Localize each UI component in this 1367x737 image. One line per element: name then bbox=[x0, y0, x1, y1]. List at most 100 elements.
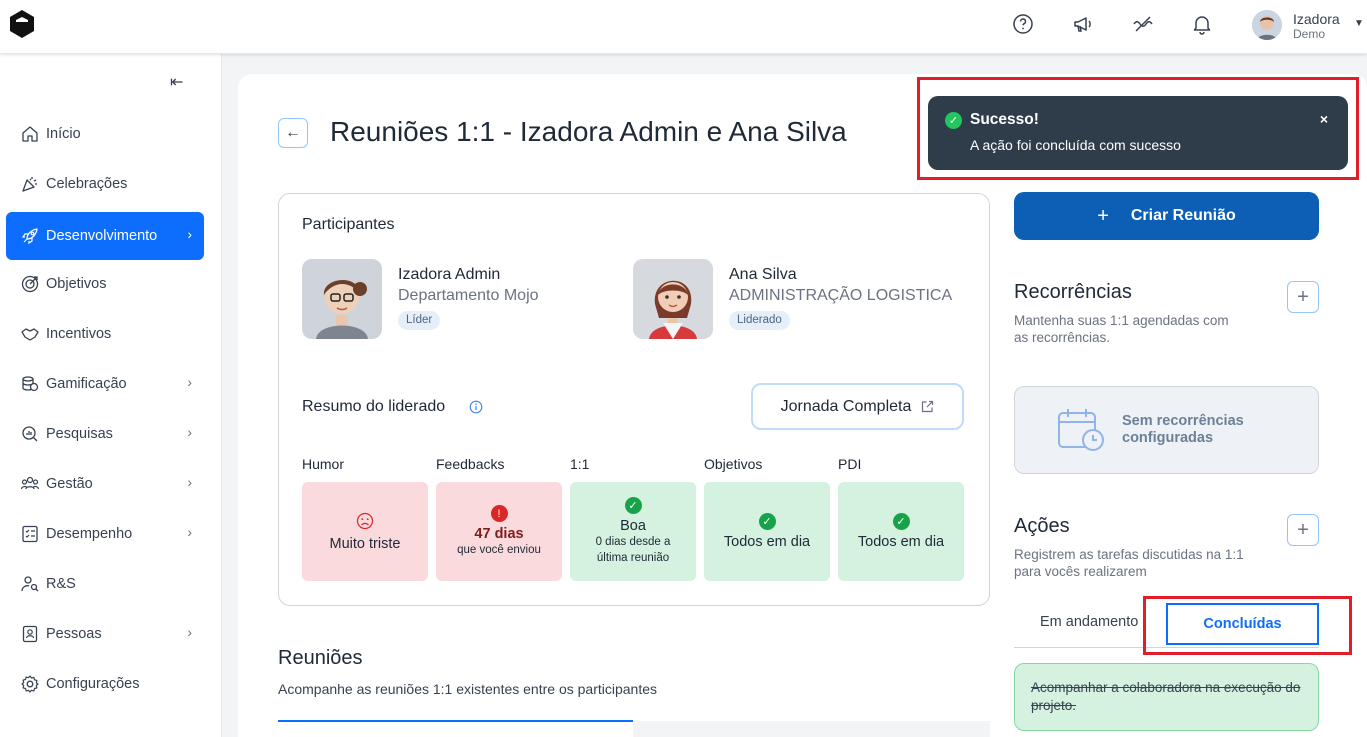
column-label-objetivos: Objetivos bbox=[704, 456, 763, 472]
handshake-icon bbox=[21, 328, 39, 341]
led-name: Ana Silva bbox=[729, 266, 797, 283]
meetings-tab-active[interactable] bbox=[278, 720, 633, 722]
create-meeting-label: Criar Reunião bbox=[1130, 207, 1236, 224]
collapse-sidebar-icon[interactable]: ⇤ bbox=[170, 72, 183, 92]
info-icon[interactable] bbox=[469, 400, 483, 414]
sidebar-item-pessoas[interactable]: Pessoas › bbox=[6, 610, 204, 658]
check-circle-icon: ✓ bbox=[758, 513, 776, 530]
humor-tile: Muito triste bbox=[302, 482, 428, 581]
column-label-pdi: PDI bbox=[838, 456, 862, 472]
actions-subtitle: Registrem as tarefas discutidas na 1:1 p… bbox=[1014, 547, 1244, 579]
led-department: ADMINISTRAÇÃO LOGISTICA bbox=[729, 287, 953, 304]
objetivos-value: Todos em dia bbox=[723, 534, 811, 550]
led-avatar bbox=[633, 259, 713, 339]
bell-icon[interactable] bbox=[1190, 12, 1214, 36]
add-action-button[interactable]: + bbox=[1287, 514, 1319, 546]
meetings-tab-inactive[interactable] bbox=[633, 721, 990, 737]
alert-icon: ! bbox=[490, 505, 508, 522]
sidebar-item-label: Celebrações bbox=[46, 176, 128, 192]
recurrences-title: Recorrências bbox=[1014, 281, 1132, 303]
full-journey-label: Jornada Completa bbox=[780, 397, 912, 415]
check-circle-icon: ✓ bbox=[624, 497, 642, 514]
users-icon bbox=[20, 476, 40, 490]
sidebar-item-gamificacao[interactable]: Gamificação › bbox=[6, 360, 204, 408]
chevron-right-icon: › bbox=[187, 624, 192, 640]
sidebar-item-configuracoes[interactable]: Configurações bbox=[6, 660, 204, 708]
meetings-title: Reuniões bbox=[278, 647, 363, 669]
sidebar-item-label: Incentivos bbox=[46, 326, 112, 342]
chevron-right-icon: › bbox=[187, 424, 192, 440]
caret-down-icon[interactable]: ▼ bbox=[1354, 18, 1364, 29]
chevron-right-icon: › bbox=[187, 474, 192, 490]
user-role: Demo bbox=[1293, 27, 1326, 41]
sidebar-item-label: Objetivos bbox=[46, 276, 107, 292]
sidebar-item-rs[interactable]: R&S bbox=[6, 560, 204, 608]
sidebar-item-pesquisas[interactable]: Pesquisas › bbox=[6, 410, 204, 458]
plus-icon: + bbox=[1297, 285, 1309, 308]
sidebar-item-gestao[interactable]: Gestão › bbox=[6, 460, 204, 508]
column-label-humor: Humor bbox=[302, 456, 345, 472]
actions-title: Ações bbox=[1014, 515, 1070, 537]
completed-task-card[interactable]: Acompanhar a colaboradora na execução do… bbox=[1014, 663, 1319, 731]
arrow-left-icon: ← bbox=[285, 124, 301, 141]
sad-face-icon bbox=[356, 512, 374, 529]
recurrences-subtitle: Mantenha suas 1:1 agendadas com as recor… bbox=[1014, 313, 1229, 345]
sidebar-item-label: Pessoas bbox=[46, 626, 102, 642]
app-logo-icon[interactable] bbox=[8, 9, 36, 39]
sidebar-item-incentivos[interactable]: Incentivos bbox=[6, 310, 204, 358]
sidebar-item-label: R&S bbox=[46, 576, 76, 592]
highlight-box-toast bbox=[917, 77, 1359, 180]
one-on-one-value: Boa bbox=[620, 518, 646, 534]
party-popper-icon bbox=[22, 177, 37, 192]
help-icon[interactable] bbox=[1011, 12, 1035, 36]
sidebar-item-label: Desempenho bbox=[46, 526, 133, 542]
megaphone-icon[interactable] bbox=[1071, 12, 1095, 36]
user-name[interactable]: Izadora bbox=[1293, 11, 1340, 27]
feedbacks-caption: que você enviou bbox=[457, 544, 541, 556]
sidebar-item-label: Início bbox=[46, 126, 81, 142]
objetivos-tile: ✓ Todos em dia bbox=[704, 482, 830, 581]
external-link-icon bbox=[922, 400, 934, 413]
search-chart-icon bbox=[22, 426, 38, 442]
one-on-one-caption-2: última reunião bbox=[596, 552, 670, 564]
pdi-value: Todos em dia bbox=[857, 534, 945, 550]
plus-icon: + bbox=[1297, 518, 1309, 541]
sidebar-item-label: Configurações bbox=[46, 676, 140, 692]
gear-icon bbox=[21, 675, 39, 693]
meetings-subtitle: Acompanhe as reuniões 1:1 existentes ent… bbox=[278, 681, 658, 697]
user-avatar[interactable] bbox=[1252, 10, 1282, 40]
sidebar-item-objetivos[interactable]: Objetivos bbox=[6, 260, 204, 308]
page-title: Reuniões 1:1 - Izadora Admin e Ana Silva bbox=[330, 116, 847, 147]
signal-off-icon[interactable] bbox=[1131, 12, 1155, 36]
user-search-icon bbox=[21, 576, 39, 592]
sidebar-item-desempenho[interactable]: Desempenho › bbox=[6, 510, 204, 558]
no-recurrences-line-2: configuradas bbox=[1122, 430, 1214, 446]
create-meeting-button[interactable]: + Criar Reunião bbox=[1014, 192, 1319, 240]
pdi-tile: ✓ Todos em dia bbox=[838, 482, 964, 581]
leader-department: Departamento Mojo bbox=[398, 287, 539, 304]
sidebar-item-celebracoes[interactable]: Celebrações bbox=[6, 160, 204, 208]
sidebar-item-label: Gamificação bbox=[46, 376, 127, 392]
feedbacks-value: 47 dias bbox=[474, 526, 524, 542]
chevron-right-icon: › bbox=[187, 374, 192, 390]
back-button[interactable]: ← bbox=[278, 118, 308, 148]
participants-heading: Participantes bbox=[302, 216, 395, 233]
plus-icon: + bbox=[1097, 204, 1109, 227]
sidebar-item-desenvolvimento[interactable]: Desenvolvimento › bbox=[6, 212, 204, 260]
chevron-right-icon: › bbox=[187, 226, 192, 242]
humor-value: Muito triste bbox=[329, 535, 401, 552]
no-recurrences-panel: Sem recorrências configuradas bbox=[1014, 386, 1319, 474]
target-icon bbox=[21, 275, 39, 293]
sidebar-item-label: Desenvolvimento bbox=[46, 228, 158, 244]
chevron-right-icon: › bbox=[187, 524, 192, 540]
column-label-one-on-one: 1:1 bbox=[570, 456, 590, 472]
led-badge: Liderado bbox=[729, 311, 790, 330]
full-journey-button[interactable]: Jornada Completa bbox=[751, 383, 964, 430]
no-recurrences-line-1: Sem recorrências bbox=[1122, 413, 1244, 429]
home-icon bbox=[22, 126, 38, 142]
feedbacks-tile: ! 47 dias que você enviou bbox=[436, 482, 562, 581]
sidebar-item-inicio[interactable]: Início bbox=[6, 110, 204, 158]
add-recurrence-button[interactable]: + bbox=[1287, 281, 1319, 313]
tab-in-progress[interactable]: Em andamento bbox=[1040, 614, 1138, 630]
id-badge-icon bbox=[22, 625, 38, 643]
